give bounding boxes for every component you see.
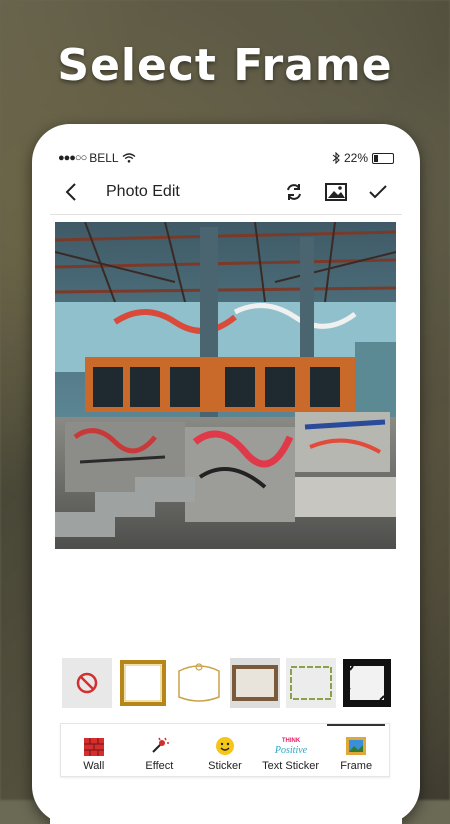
refresh-button[interactable] (282, 180, 306, 204)
wall-icon (83, 738, 104, 756)
tool-label: Text Sticker (262, 760, 319, 772)
bottom-toolbar: Wall Effect Sticker THINK Positive Text … (60, 723, 390, 777)
frame-icon (346, 737, 367, 755)
confirm-button[interactable] (366, 180, 390, 204)
wood-frame-thumbnail (232, 665, 278, 701)
frame-option-none[interactable] (62, 658, 112, 708)
ornate-frame-thumbnail (178, 663, 220, 702)
back-arrow-icon (65, 183, 76, 201)
effect-icon (152, 737, 170, 753)
page-title: Photo Edit (106, 183, 180, 200)
tool-label: Sticker (208, 760, 242, 772)
battery-percent: 22% (343, 151, 368, 165)
frame-option-bamboo[interactable] (286, 658, 336, 708)
tool-label: Frame (340, 760, 373, 772)
battery-level (374, 154, 378, 162)
tool-wall[interactable]: Wall (61, 724, 127, 776)
carrier-label: BELL (89, 151, 119, 165)
image-icon (325, 183, 347, 201)
gold-frame-thumbnail (120, 660, 166, 706)
text-sticker-think: THINK (281, 738, 300, 744)
check-icon (369, 185, 387, 199)
status-bar: ●●●○○ BELL 22% (50, 146, 402, 170)
tool-effect[interactable]: Effect (127, 724, 193, 776)
text-sticker-positive: Positive (273, 745, 307, 756)
frame-option-wood[interactable] (230, 658, 280, 708)
bamboo-frame-thumbnail (290, 666, 332, 700)
app-screen: ●●●○○ BELL 22% Photo Edit Wall Effect St… (50, 146, 402, 824)
tool-label: Effect (145, 760, 174, 772)
frame-option-ornate[interactable] (174, 658, 224, 708)
signal-icon: ●●●○○ (58, 152, 87, 164)
tool-sticker[interactable]: Sticker (192, 724, 258, 776)
bluetooth-icon (332, 152, 340, 164)
refresh-icon (287, 184, 301, 200)
text-sticker-icon: THINK Positive (273, 738, 307, 756)
frame-option-gold[interactable] (118, 658, 168, 708)
grunge-frame-thumbnail (343, 659, 391, 707)
tool-text-sticker[interactable]: THINK Positive Text Sticker (258, 724, 324, 776)
frame-option-grunge[interactable] (342, 658, 392, 708)
graffiti-warehouse-image (55, 222, 396, 549)
tool-frame[interactable]: Frame (323, 724, 389, 776)
back-button[interactable] (56, 177, 86, 207)
gallery-button[interactable] (324, 180, 348, 204)
sticker-icon (215, 737, 234, 755)
app-bar: Photo Edit (50, 170, 402, 215)
frame-picker (62, 658, 392, 710)
promo-headline: Select Frame (57, 40, 393, 91)
tool-label: Wall (83, 760, 105, 772)
no-frame-icon (76, 672, 98, 694)
edited-photo[interactable] (55, 222, 396, 549)
phone-mockup: ●●●○○ BELL 22% Photo Edit Wall Effect St… (32, 124, 420, 824)
wifi-icon (122, 153, 136, 163)
battery-icon (372, 152, 394, 164)
